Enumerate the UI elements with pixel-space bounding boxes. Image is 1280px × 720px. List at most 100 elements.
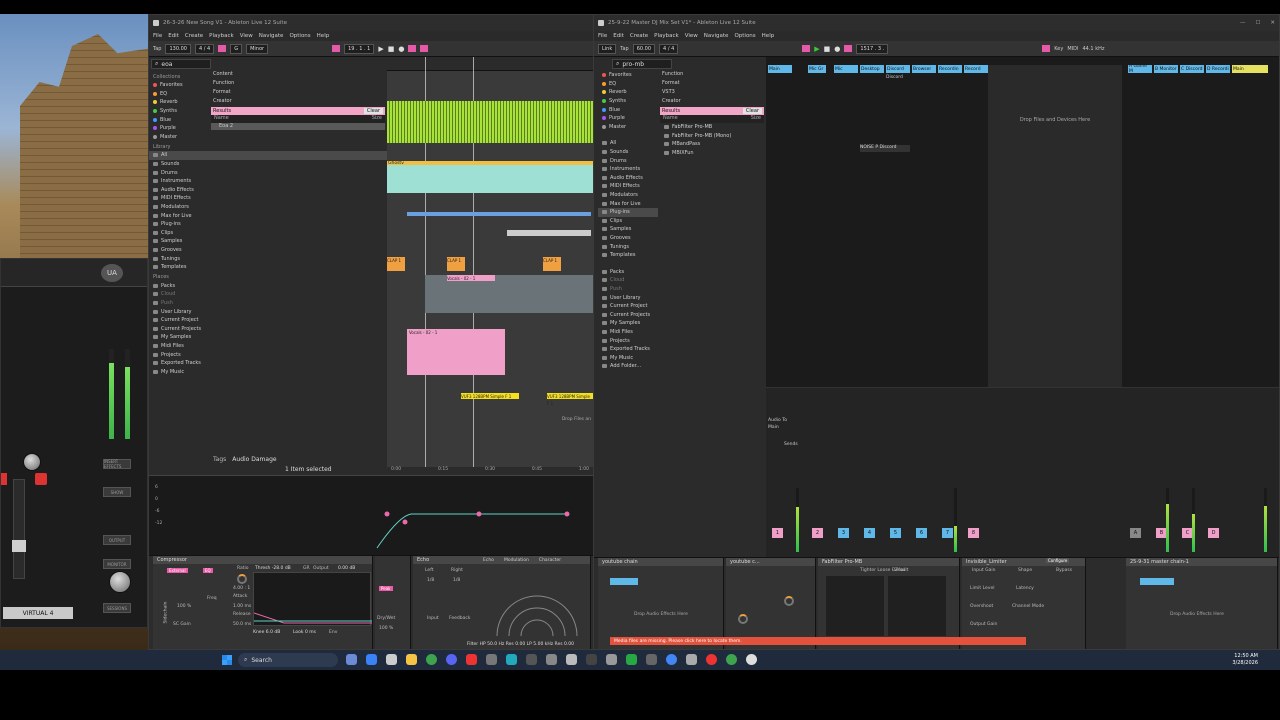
place-midi-files[interactable]: Midi Files <box>598 328 658 337</box>
place-cloud[interactable]: Cloud <box>149 290 387 299</box>
track-activator-3[interactable]: 3 <box>838 528 849 538</box>
compressor-device[interactable]: Compressor External EQ Ratio Thresh -28.… <box>153 556 373 649</box>
menu-edit[interactable]: Edit <box>613 33 624 39</box>
return-activator-a[interactable]: A <box>1130 528 1141 538</box>
menu-options[interactable]: Options <box>734 33 755 39</box>
automation-point[interactable] <box>384 511 390 517</box>
compressor-output-section[interactable]: Peak Dry/Wet 100 % <box>375 556 411 649</box>
meter-field[interactable]: 4 / 4 <box>194 43 215 54</box>
place-push[interactable]: Push <box>598 285 658 294</box>
library-instruments[interactable]: Instruments <box>149 177 387 186</box>
discord-icon[interactable] <box>446 654 457 665</box>
filter-function[interactable]: Function <box>211 80 385 89</box>
uad-output-button[interactable]: OUTPUT <box>103 535 131 545</box>
track-header-browser[interactable]: Browser <box>912 65 936 73</box>
place-current-projects[interactable]: Current Projects <box>598 310 658 319</box>
place-exported-tracks[interactable]: Exported Tracks <box>149 359 387 368</box>
system-clock[interactable]: 12:50 AM 3/28/2026 <box>1232 653 1258 667</box>
filter-function[interactable]: Function <box>660 71 764 80</box>
tag-value[interactable]: Audio Damage <box>232 456 276 463</box>
automation-curve[interactable] <box>149 476 593 556</box>
app-icon[interactable] <box>586 654 597 665</box>
tab-modulation[interactable]: Modulation <box>504 558 529 563</box>
file-explorer-icon[interactable] <box>406 654 417 665</box>
app-icon[interactable] <box>746 654 757 665</box>
result-item[interactable]: FabFilter Pro-MB (Mono) <box>660 132 764 141</box>
automation-point[interactable] <box>476 511 482 517</box>
arrangement-record-button[interactable] <box>802 45 811 52</box>
filter-creator[interactable]: Creator <box>660 98 764 107</box>
collection-purple[interactable]: Purple <box>598 114 658 123</box>
menu-help[interactable]: Help <box>317 33 330 39</box>
library-samples[interactable]: Samples <box>598 225 658 234</box>
green-audio-clip[interactable] <box>387 101 593 143</box>
return-activator-d[interactable]: D <box>1208 528 1219 538</box>
key-label[interactable]: Key <box>1054 46 1063 52</box>
task-view-icon[interactable] <box>346 654 357 665</box>
app-icon[interactable] <box>706 654 717 665</box>
ableton-window-left[interactable]: 26-3-26 New Song V1 - Ableton Live 12 Su… <box>148 14 594 650</box>
filter-format[interactable]: Format <box>660 80 764 89</box>
menu-navigate[interactable]: Navigate <box>704 33 729 39</box>
external-button[interactable]: External <box>167 568 188 573</box>
place-cloud[interactable]: Cloud <box>598 276 658 285</box>
library-all[interactable]: All <box>149 151 387 160</box>
clip-noise[interactable]: NOISE P Discord <box>860 145 910 152</box>
track-header-desktop[interactable]: Desktop <box>860 65 884 73</box>
library-instruments[interactable]: Instruments <box>598 165 658 174</box>
filter-creator[interactable]: Creator <box>211 98 385 107</box>
clap-clip-3[interactable]: CLAP 1 <box>543 257 561 271</box>
session-view[interactable]: Main Mic Gr Mic Desktop Discord Browser … <box>766 57 1279 557</box>
app-icon[interactable] <box>526 654 537 665</box>
return-header-a[interactable]: A Game M <box>1128 65 1152 73</box>
audio-to-value[interactable]: Main <box>768 425 779 430</box>
master-chain-rack[interactable]: 25-9-31 master chain-1 Drop Audio Effect… <box>1126 558 1278 649</box>
meter-field[interactable]: 4 / 4 <box>659 43 679 54</box>
clip-discord[interactable]: Discord <box>886 75 903 80</box>
midi-label[interactable]: MIDI <box>1067 46 1078 52</box>
link-button[interactable]: Link <box>598 43 617 54</box>
automation-point[interactable] <box>564 511 570 517</box>
place-current-projects[interactable]: Current Projects <box>149 324 387 333</box>
vocal-clip-small[interactable]: Vocals - 02 - 1 <box>447 275 495 281</box>
tab-character[interactable]: Character <box>539 558 561 563</box>
collection-master[interactable]: Master <box>149 133 387 142</box>
app-icon[interactable] <box>646 654 657 665</box>
tempo-field[interactable]: 130.00 <box>165 43 191 54</box>
vuf-clip-1[interactable]: VUF3 128BPM Simple F 1 <box>461 393 519 399</box>
app-icon[interactable] <box>466 654 477 665</box>
library-modulators[interactable]: Modulators <box>598 191 658 200</box>
place-push[interactable]: Push <box>149 299 387 308</box>
automation-lane[interactable]: 6 0 -6 -12 <box>149 475 593 555</box>
clear-button[interactable]: Clear <box>363 108 383 114</box>
tempo-field[interactable]: 60.00 <box>632 43 656 54</box>
menu-view[interactable]: View <box>240 33 253 39</box>
place-packs[interactable]: Packs <box>149 281 387 290</box>
eq-button[interactable]: EQ <box>203 568 213 573</box>
place-user-library[interactable]: User Library <box>598 293 658 302</box>
place-my-samples[interactable]: My Samples <box>149 333 387 342</box>
place-projects[interactable]: Projects <box>598 336 658 345</box>
return-header-d[interactable]: D Recordi <box>1206 65 1230 73</box>
library-tunings[interactable]: Tunings <box>598 242 658 251</box>
library-audio-effects[interactable]: Audio Effects <box>149 186 387 195</box>
place-exported-tracks[interactable]: Exported Tracks <box>598 345 658 354</box>
tap-button[interactable]: Tap <box>620 46 628 52</box>
return-header-c[interactable]: C Discord <box>1180 65 1204 73</box>
tap-button[interactable]: Tap <box>153 46 161 52</box>
place-current-project[interactable]: Current Project <box>598 302 658 311</box>
gain-knob[interactable] <box>784 596 794 606</box>
chain-item[interactable] <box>610 578 638 585</box>
track-header-mic[interactable]: Mic <box>834 65 858 73</box>
library-drums[interactable]: Drums <box>149 168 387 177</box>
close-icon[interactable]: ✕ <box>1270 20 1275 26</box>
ratio-knob[interactable] <box>237 574 247 584</box>
position-field[interactable]: 1517 . 3 . <box>856 43 889 54</box>
menu-help[interactable]: Help <box>762 33 775 39</box>
library-grooves[interactable]: Grooves <box>149 246 387 255</box>
play-icon[interactable]: ▶ <box>814 45 819 53</box>
library-plug-ins[interactable]: Plug-ins <box>149 220 387 229</box>
library-midi-effects[interactable]: MIDI Effects <box>598 182 658 191</box>
app-icon[interactable] <box>506 654 517 665</box>
arrangement-record-button[interactable] <box>332 45 341 52</box>
